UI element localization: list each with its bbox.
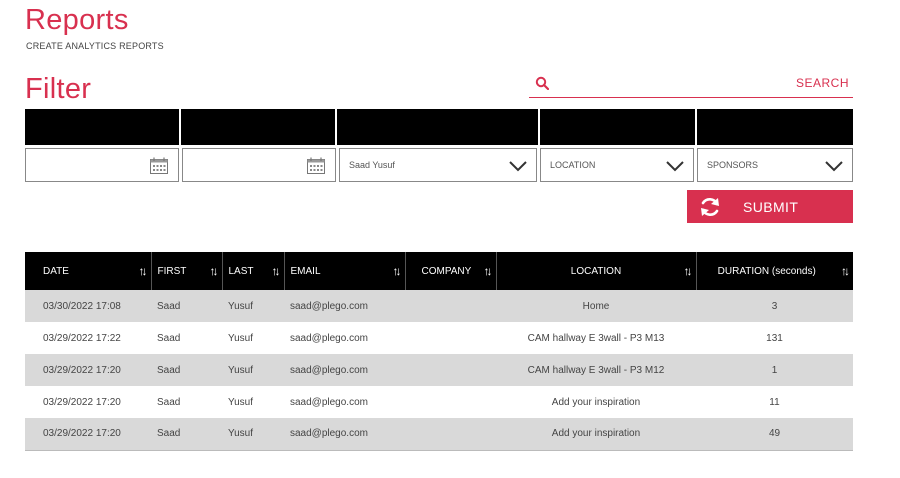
cell-email: saad@plego.com bbox=[284, 290, 405, 322]
sort-icon[interactable]: ↑↓ bbox=[841, 264, 850, 278]
sort-icon[interactable]: ↑↓ bbox=[272, 264, 281, 278]
filter-header-bar bbox=[25, 109, 853, 145]
cell-date: 03/29/2022 17:20 bbox=[25, 354, 151, 386]
cell-last: Yusuf bbox=[222, 354, 284, 386]
user-select-value: Saad Yusuf bbox=[349, 160, 395, 170]
cell-company bbox=[405, 386, 496, 418]
cell-email: saad@plego.com bbox=[284, 418, 405, 451]
report-table: DATE ↑↓ FIRST ↑↓ LAST ↑↓ EMAIL ↑↓ COMPANY ↑↓ … bbox=[25, 252, 853, 451]
cell-company bbox=[405, 290, 496, 322]
cell-date: 03/29/2022 17:22 bbox=[25, 322, 151, 354]
cell-first: Saad bbox=[151, 418, 222, 451]
col-header-location[interactable]: LOCATION ↑↓ bbox=[496, 252, 697, 290]
cell-first: Saad bbox=[151, 354, 222, 386]
cell-location: Add your inspiration bbox=[496, 418, 696, 451]
chevron-down-icon bbox=[825, 161, 843, 172]
sort-icon[interactable]: ↑↓ bbox=[210, 264, 219, 278]
filter-header-cell bbox=[25, 109, 181, 145]
cell-location: Home bbox=[496, 290, 696, 322]
cell-duration: 49 bbox=[696, 418, 853, 451]
cell-date: 03/29/2022 17:20 bbox=[25, 386, 151, 418]
calendar-icon[interactable] bbox=[306, 157, 326, 175]
table-row[interactable]: 03/29/2022 17:20 Saad Yusuf saad@plego.c… bbox=[25, 386, 853, 418]
filter-header-cell bbox=[540, 109, 697, 145]
filter-header-cell bbox=[337, 109, 540, 145]
cell-date: 03/29/2022 17:20 bbox=[25, 418, 151, 451]
filter-header-cell bbox=[697, 109, 853, 145]
cell-last: Yusuf bbox=[222, 322, 284, 354]
col-header-email-label: EMAIL bbox=[290, 265, 321, 277]
chevron-down-icon bbox=[509, 161, 527, 172]
cell-duration: 1 bbox=[696, 354, 853, 386]
search-icon[interactable] bbox=[535, 76, 549, 90]
cell-location: Add your inspiration bbox=[496, 386, 696, 418]
sort-icon[interactable]: ↑↓ bbox=[139, 264, 148, 278]
location-select[interactable]: LOCATION bbox=[540, 148, 694, 182]
search-button[interactable]: SEARCH bbox=[796, 76, 849, 90]
col-header-date-label: DATE bbox=[43, 265, 69, 277]
cell-company bbox=[405, 354, 496, 386]
filter-title: Filter bbox=[25, 73, 92, 105]
refresh-icon bbox=[701, 198, 719, 216]
submit-button[interactable]: SUBMIT bbox=[687, 190, 853, 223]
page-subtitle: CREATE ANALYTICS REPORTS bbox=[26, 41, 164, 51]
col-header-last-label: LAST bbox=[228, 265, 254, 277]
col-header-last[interactable]: LAST ↑↓ bbox=[222, 252, 285, 290]
cell-last: Yusuf bbox=[222, 386, 284, 418]
cell-email: saad@plego.com bbox=[284, 386, 405, 418]
table-header-row: DATE ↑↓ FIRST ↑↓ LAST ↑↓ EMAIL ↑↓ COMPANY ↑↓ … bbox=[25, 252, 853, 290]
sort-icon[interactable]: ↑↓ bbox=[684, 264, 693, 278]
chevron-down-icon bbox=[666, 161, 684, 172]
col-header-company[interactable]: COMPANY ↑↓ bbox=[405, 252, 497, 290]
calendar-icon[interactable] bbox=[149, 157, 169, 175]
col-header-location-label: LOCATION bbox=[570, 265, 622, 277]
page-title: Reports bbox=[25, 4, 129, 36]
location-select-value: LOCATION bbox=[550, 160, 596, 170]
table-row[interactable]: 03/29/2022 17:20 Saad Yusuf saad@plego.c… bbox=[25, 354, 853, 386]
col-header-duration[interactable]: DURATION (seconds) ↑↓ bbox=[696, 252, 853, 290]
cell-date: 03/30/2022 17:08 bbox=[25, 290, 151, 322]
search-input[interactable] bbox=[555, 74, 775, 94]
filter-header-cell bbox=[181, 109, 337, 145]
cell-company bbox=[405, 418, 496, 451]
col-header-duration-label: DURATION (seconds) bbox=[717, 265, 816, 277]
cell-duration: 11 bbox=[696, 386, 853, 418]
date-to-field[interactable] bbox=[182, 148, 336, 182]
col-header-first-label: FIRST bbox=[157, 265, 187, 277]
filter-row: Saad Yusuf LOCATION SPONSORS bbox=[25, 148, 853, 182]
cell-location: CAM hallway E 3wall - P3 M12 bbox=[496, 354, 696, 386]
cell-location: CAM hallway E 3wall - P3 M13 bbox=[496, 322, 696, 354]
date-from-field[interactable] bbox=[25, 148, 179, 182]
col-header-company-label: COMPANY bbox=[421, 265, 472, 277]
cell-duration: 131 bbox=[696, 322, 853, 354]
table-row[interactable]: 03/29/2022 17:22 Saad Yusuf saad@plego.c… bbox=[25, 322, 853, 354]
cell-first: Saad bbox=[151, 322, 222, 354]
col-header-date[interactable]: DATE ↑↓ bbox=[25, 252, 152, 290]
cell-last: Yusuf bbox=[222, 290, 284, 322]
search-bar: SEARCH bbox=[529, 70, 853, 98]
cell-duration: 3 bbox=[696, 290, 853, 322]
cell-email: saad@plego.com bbox=[284, 322, 405, 354]
sort-icon[interactable]: ↑↓ bbox=[484, 264, 493, 278]
cell-first: Saad bbox=[151, 386, 222, 418]
cell-email: saad@plego.com bbox=[284, 354, 405, 386]
table-row[interactable]: 03/30/2022 17:08 Saad Yusuf saad@plego.c… bbox=[25, 290, 853, 322]
table-row[interactable]: 03/29/2022 17:20 Saad Yusuf saad@plego.c… bbox=[25, 418, 853, 451]
cell-company bbox=[405, 322, 496, 354]
sort-icon[interactable]: ↑↓ bbox=[393, 264, 402, 278]
submit-label: SUBMIT bbox=[743, 199, 799, 215]
user-select[interactable]: Saad Yusuf bbox=[339, 148, 537, 182]
col-header-first[interactable]: FIRST ↑↓ bbox=[151, 252, 223, 290]
sponsors-select-value: SPONSORS bbox=[707, 160, 759, 170]
cell-first: Saad bbox=[151, 290, 222, 322]
sponsors-select[interactable]: SPONSORS bbox=[697, 148, 853, 182]
cell-last: Yusuf bbox=[222, 418, 284, 451]
col-header-email[interactable]: EMAIL ↑↓ bbox=[284, 252, 406, 290]
